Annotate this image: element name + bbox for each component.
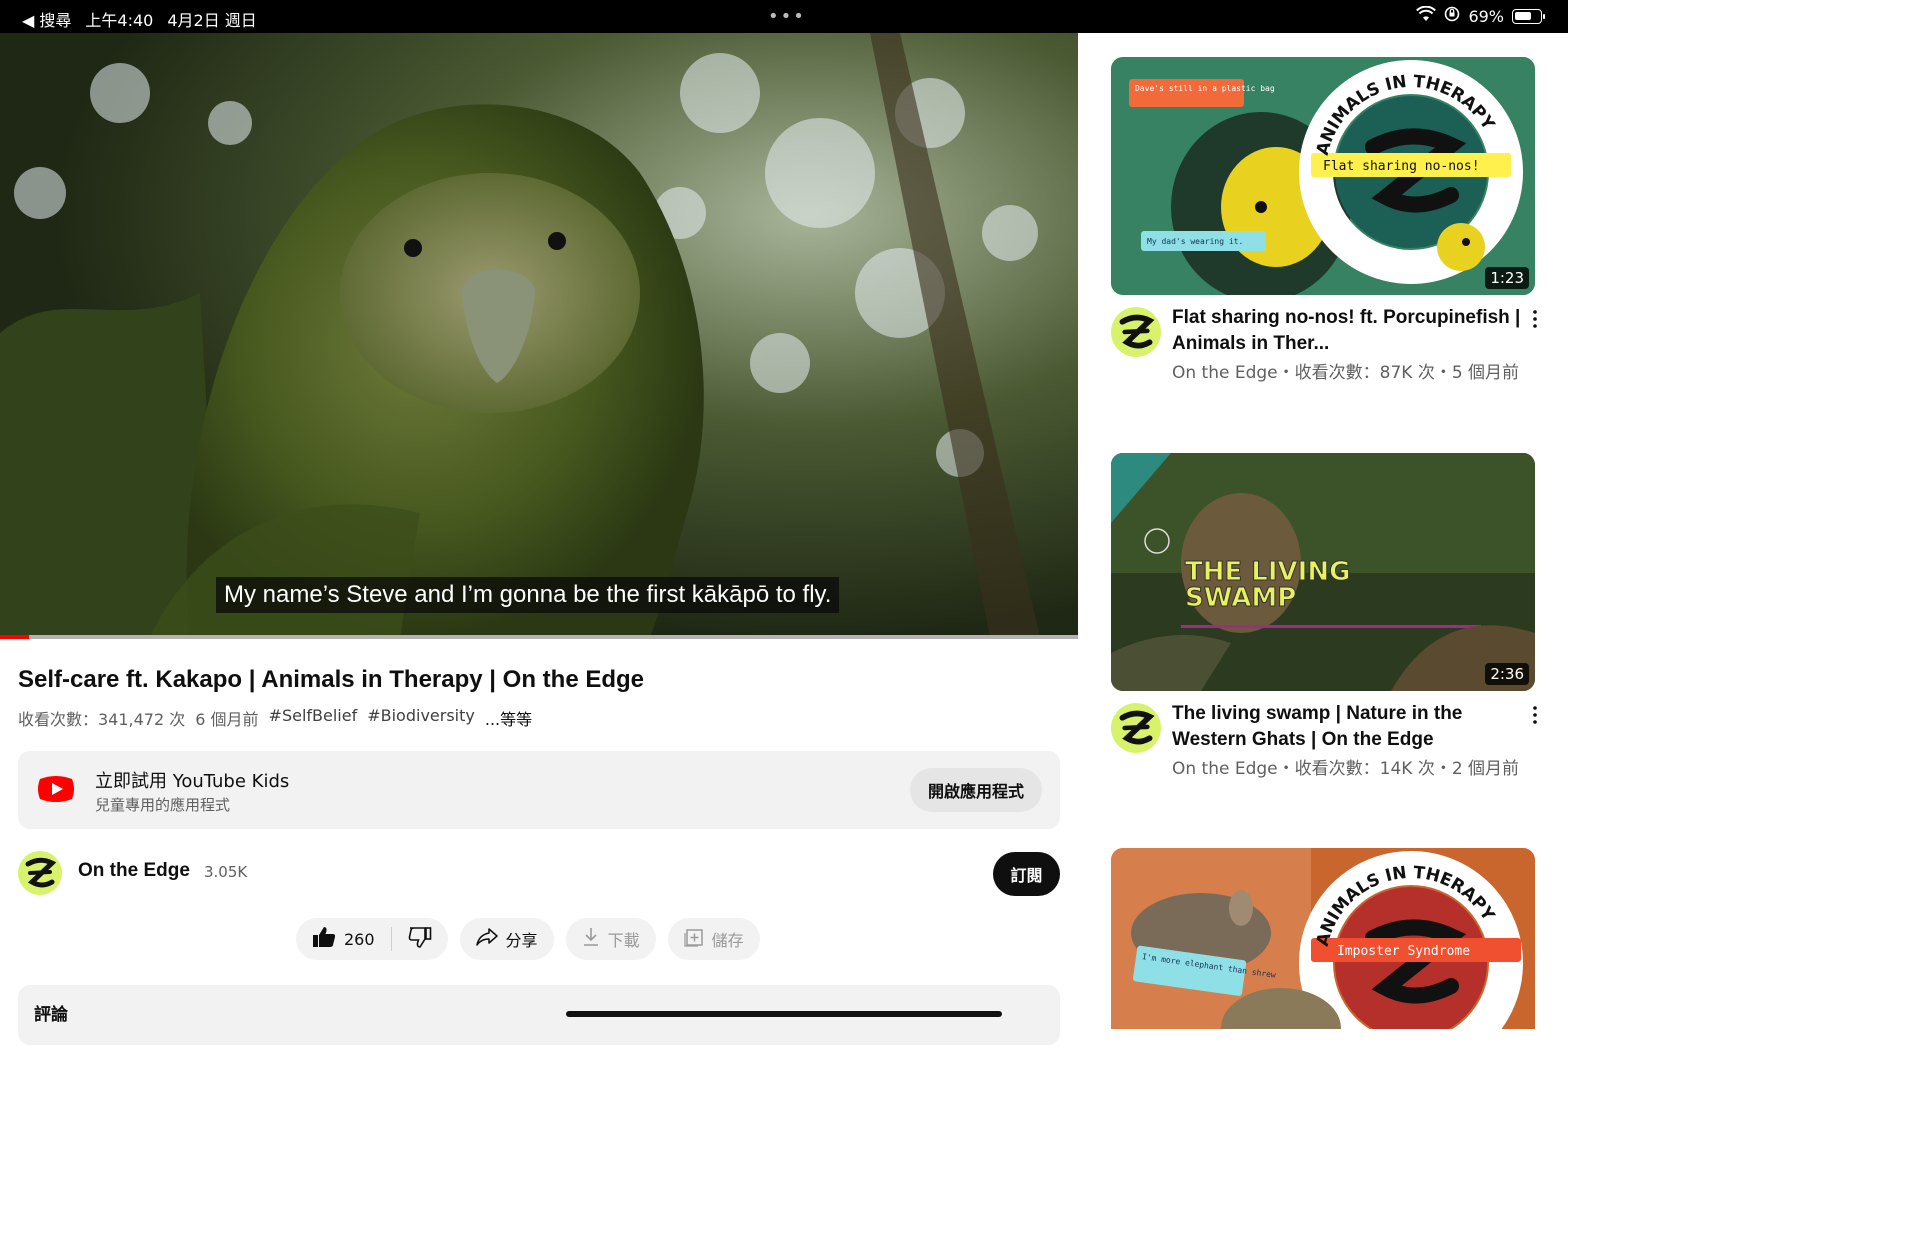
like-dislike-pill: 260 [296,918,448,960]
youtube-kids-icon [36,773,76,805]
channel-avatar[interactable] [18,851,62,895]
video-player[interactable]: My name’s Steve and I’m gonna be the fir… [0,33,1078,637]
recommended-video[interactable]: ANIMALS IN THERAPY Imposter Syndrome I'm… [1111,848,1535,1029]
battery-level-fill [1515,11,1531,20]
dislike-icon[interactable] [408,926,432,952]
thumb-banner-text: Flat sharing no-nos! [1323,159,1480,174]
comments-label: 評論 [34,1005,68,1025]
share-icon [475,928,498,950]
view-count: 收看次數：341,472 次 [18,710,186,729]
thumb-note-text: Dave's still in a plastic bag [1135,84,1275,93]
save-label: 儲存 [711,931,744,950]
video-progress-bar[interactable] [0,635,1078,639]
status-date: 4月2日 週日 [167,11,257,30]
multitasking-dots[interactable]: ••• [768,6,806,27]
youtube-kids-promo: 立即試用 YouTube Kids 兒童專用的應用程式 開啟應用程式 [18,751,1060,829]
download-label: 下載 [607,931,640,950]
video-thumbnail[interactable]: ANIMALS IN THERAPY Flat sharing no-nos! … [1111,57,1535,295]
hashtag[interactable]: #Biodiversity [367,706,475,730]
channel-avatar[interactable] [1111,703,1161,753]
video-caption: My name’s Steve and I’m gonna be the fir… [216,577,840,613]
recommended-title[interactable]: The living swamp | Nature in the Western… [1172,701,1522,753]
share-button[interactable]: 分享 [459,918,554,960]
thumbnail-overlay-text: THE LIVING SWAMP [1185,557,1351,614]
status-bar: ◀ 搜尋 上午4:40 4月2日 週日 ••• 69% [0,0,1568,33]
home-indicator[interactable] [566,1011,1002,1017]
video-progress-played [0,635,30,639]
like-count[interactable]: 260 [344,930,375,949]
channel-avatar[interactable] [1111,307,1161,357]
channel-name[interactable]: On the Edge [78,860,190,882]
download-icon [582,927,600,951]
hashtag[interactable]: #SelfBelief [269,706,358,730]
more-vert-icon[interactable] [1529,705,1541,725]
video-title: Self-care ft. Kakapo | Animals in Therap… [18,666,645,693]
promo-title: 立即試用 YouTube Kids [95,771,290,792]
promo-subtitle: 兒童專用的應用程式 [95,796,231,814]
thumbnail-overlay-text: ANIMALS IN THERAPY Flat sharing no-nos! … [1135,72,1499,246]
video-thumbnail[interactable]: THE LIVING SWAMP 2:36 [1111,453,1535,691]
video-frame-kakapo [0,33,1078,637]
video-meta[interactable]: 收看次數：341,472 次 6 個月前 #SelfBelief #Biodiv… [18,706,532,730]
recommended-meta: On the Edge・收看次數：14K 次・2 個月前 [1172,759,1520,779]
orientation-lock-icon [1444,6,1460,26]
add-to-playlist-icon [683,927,704,951]
action-bar: 260 分享 下載 儲存 [296,918,760,960]
upload-age: 6 個月前 [195,710,259,729]
back-to-search[interactable]: ◀ 搜尋 [22,7,71,31]
recommended-video[interactable]: THE LIVING SWAMP 2:36 The living swamp |… [1111,453,1537,813]
thumb-note-text: My dad's wearing it. [1147,237,1243,246]
video-duration: 2:36 [1485,663,1529,685]
battery-icon [1512,8,1545,24]
more-vert-icon[interactable] [1529,309,1541,329]
subscribe-button[interactable]: 訂閱 [993,852,1060,896]
like-icon[interactable] [312,926,336,952]
thumbnail-overlay-text: ANIMALS IN THERAPY Imposter Syndrome I'm… [1141,863,1499,980]
thumb-title-text: SWAMP [1185,583,1296,613]
subscriber-count: 3.05K [204,863,248,881]
description-more[interactable]: ...等等 [485,706,532,730]
battery-percent: 69% [1468,6,1504,26]
recommended-title[interactable]: Flat sharing no-nos! ft. Porcupinefish |… [1172,305,1522,357]
thumb-banner-text: Imposter Syndrome [1337,944,1470,959]
recommended-meta: On the Edge・收看次數：87K 次・5 個月前 [1172,363,1520,383]
video-duration: 1:23 [1485,267,1529,289]
save-button[interactable]: 儲存 [667,918,760,960]
channel-row: On the Edge 3.05K 訂閱 [18,850,1060,896]
download-button[interactable]: 下載 [565,918,656,960]
video-thumbnail[interactable]: ANIMALS IN THERAPY Imposter Syndrome I'm… [1111,848,1535,1029]
thumb-note-text: I'm more elephant than shrew [1141,952,1276,980]
thumb-badge-text: ANIMALS IN THERAPY [1313,863,1499,949]
share-label: 分享 [505,931,538,950]
divider [390,927,392,951]
open-app-button[interactable]: 開啟應用程式 [909,768,1042,812]
recommended-video[interactable]: ANIMALS IN THERAPY Flat sharing no-nos! … [1111,57,1537,417]
status-time: 上午4:40 [85,11,154,30]
thumb-badge-text: ANIMALS IN THERAPY [1313,72,1499,158]
wifi-icon [1416,5,1437,26]
